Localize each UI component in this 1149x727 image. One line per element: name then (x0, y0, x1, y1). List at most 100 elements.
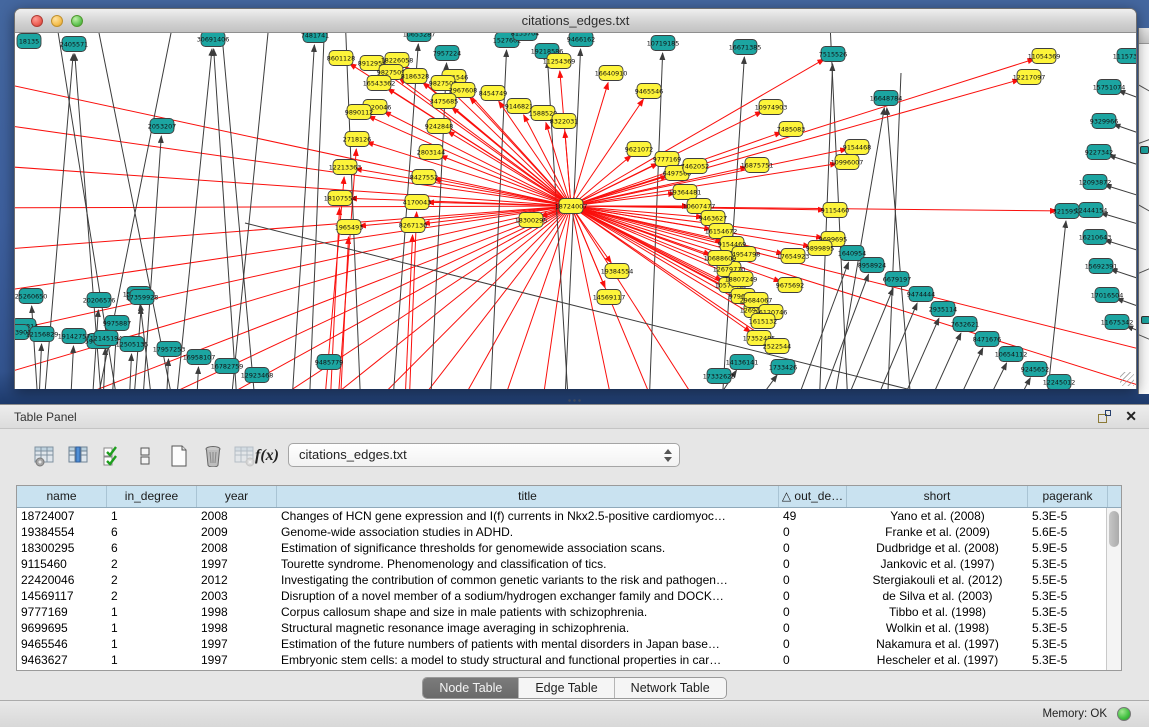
graph-node[interactable]: 2935114 (929, 302, 957, 317)
column-header-in_degree[interactable]: in_degree (107, 486, 197, 507)
graph-node[interactable]: 12217097 (1013, 70, 1046, 85)
graph-node[interactable]: 7515526 (819, 47, 847, 62)
table-row[interactable]: 969969511998Structural magnetic resonanc… (17, 620, 1121, 636)
graph-node[interactable]: 17332625 (703, 369, 736, 384)
graph-node[interactable]: 8267130 (399, 218, 427, 233)
table-scrollbar[interactable] (1106, 508, 1121, 670)
graph-node[interactable]: 18300295 (515, 213, 548, 228)
graph-node[interactable]: 18135 (17, 34, 41, 49)
graph-node[interactable]: 8471676 (973, 332, 1001, 347)
graph-node[interactable]: 16648784 (870, 91, 903, 106)
citation-edge-black[interactable] (32, 306, 45, 389)
graph-node[interactable]: 9777169 (653, 152, 681, 167)
graph-node[interactable]: 10996007 (831, 155, 864, 170)
citation-edge-black[interactable] (1109, 155, 1136, 180)
network-canvas[interactable]: 1813524055713069140674817411065328715276… (15, 33, 1136, 389)
graph-node[interactable]: 12156829 (26, 327, 59, 342)
graph-node[interactable]: 8601128 (327, 51, 355, 66)
citation-edge-black[interactable] (124, 354, 132, 389)
window-resize-grip[interactable] (1120, 372, 1134, 386)
graph-node[interactable]: 1615132 (749, 314, 777, 329)
graph-node[interactable]: 15692391 (1085, 259, 1118, 274)
citation-edge-red[interactable] (15, 118, 571, 206)
graph-node[interactable]: 8322031 (550, 114, 578, 129)
graph-node[interactable]: 9675692 (776, 278, 804, 293)
citation-edge-black[interactable] (975, 378, 1030, 389)
table-row[interactable]: 946554611997Estimation of the future num… (17, 636, 1121, 652)
table-settings-button[interactable] (30, 441, 60, 471)
graph-node[interactable]: 3475685 (430, 94, 458, 109)
graph-node[interactable]: 19364481 (669, 185, 702, 200)
graph-node[interactable]: 14569117 (593, 290, 626, 305)
tab-edge-table[interactable]: Edge Table (519, 678, 614, 698)
graph-node[interactable]: 8958924 (858, 258, 886, 273)
graph-node[interactable]: 9485779 (315, 355, 343, 370)
table-row[interactable]: 977716911998Corpus callosum shape and si… (17, 604, 1121, 620)
citation-network-graph[interactable]: 1813524055713069140674817411065328715276… (15, 33, 1136, 389)
delete-columns-button[interactable] (198, 441, 228, 471)
citation-edge-black[interactable] (560, 49, 581, 389)
citation-edge-red[interactable] (15, 206, 571, 343)
table-row[interactable]: 1938455462009Genome-wide association stu… (17, 524, 1121, 540)
citation-edge-red[interactable] (15, 206, 571, 208)
graph-node[interactable]: 12923468 (241, 368, 274, 383)
citation-edge-red[interactable] (525, 206, 571, 389)
tab-node-table[interactable]: Node Table (423, 678, 519, 698)
graph-node[interactable]: 7485083 (777, 122, 805, 137)
graph-node[interactable]: 18807249 (725, 272, 758, 287)
citation-edge-black[interactable] (220, 33, 270, 389)
graph-node[interactable]: 25260650 (15, 289, 47, 304)
citation-edge-black[interactable] (825, 288, 893, 389)
graph-node[interactable]: 11054369 (1028, 49, 1061, 64)
table-row[interactable]: 946362711997Embryonic stem cells: a mode… (17, 652, 1121, 668)
graph-node[interactable]: 9975887 (103, 316, 131, 331)
network-window-titlebar[interactable]: citations_edges.txt (15, 9, 1136, 33)
table-row[interactable]: 1830029562008Estimation of significance … (17, 540, 1121, 556)
table-row[interactable]: 911546021997Tourette syndrome. Phenomeno… (17, 556, 1121, 572)
column-header-out_de[interactable]: △ out_de… (779, 486, 847, 507)
citation-edge-red[interactable] (367, 142, 571, 206)
graph-node[interactable]: 7632621 (951, 317, 979, 332)
citation-edge-red[interactable] (405, 206, 571, 389)
split-pane-handle[interactable] (567, 398, 581, 403)
graph-node[interactable]: 30691406 (197, 33, 230, 47)
close-panel-icon[interactable]: ✕ (1125, 408, 1137, 425)
citation-edge-red[interactable] (225, 206, 571, 389)
column-header-year[interactable]: year (197, 486, 277, 507)
graph-node[interactable]: 16671385 (729, 40, 762, 55)
graph-node[interactable]: 9890112 (345, 105, 373, 120)
network-view-window[interactable]: citations_edges.txt 18135240557130691406… (14, 8, 1137, 389)
graph-node[interactable]: 2803144 (417, 145, 445, 160)
citation-edge-black[interactable] (385, 44, 418, 389)
column-header-name[interactable]: name (17, 486, 107, 507)
graph-node[interactable]: 16875751 (741, 158, 774, 173)
graph-node[interactable]: 19384554 (601, 264, 634, 279)
graph-node[interactable]: 10653287 (403, 33, 436, 42)
graph-node[interactable]: 9621072 (625, 142, 653, 157)
graph-node[interactable]: 2522544 (763, 339, 791, 354)
float-panel-icon[interactable] (1098, 410, 1111, 423)
citation-edge-black[interactable] (165, 49, 212, 389)
citation-edge-black[interactable] (887, 108, 920, 389)
citation-edge-red[interactable] (368, 116, 571, 206)
stacked-rows-button[interactable] (130, 441, 160, 471)
graph-node[interactable]: 16543362 (363, 76, 396, 91)
graph-node[interactable]: 10974903 (755, 100, 788, 115)
tab-network-table[interactable]: Network Table (615, 678, 726, 698)
citation-edge-black[interactable] (65, 346, 73, 389)
table-row[interactable]: 2242004622012Investigating the contribut… (17, 572, 1121, 588)
graph-node[interactable]: 11254369 (543, 54, 576, 69)
graph-node[interactable]: 11675342 (1101, 315, 1134, 330)
citation-edge-black[interactable] (191, 367, 198, 389)
graph-node[interactable]: 1965493 (335, 220, 363, 235)
graph-node[interactable]: 8454749 (479, 86, 507, 101)
graph-hub-node[interactable]: 18724007 (555, 199, 588, 214)
graph-node[interactable]: 9154468 (843, 140, 871, 155)
graph-node[interactable]: 19142757 (58, 329, 91, 344)
table-row[interactable]: 1872400712008Changes of HCN gene express… (17, 508, 1121, 524)
graph-node[interactable]: 17359928 (126, 290, 159, 305)
column-header-pagerank[interactable]: pagerank (1028, 486, 1108, 507)
graph-node[interactable]: 15751074 (1093, 80, 1126, 95)
graph-node[interactable]: 8186328 (401, 69, 429, 84)
graph-node[interactable]: 11157374 (1113, 49, 1136, 64)
